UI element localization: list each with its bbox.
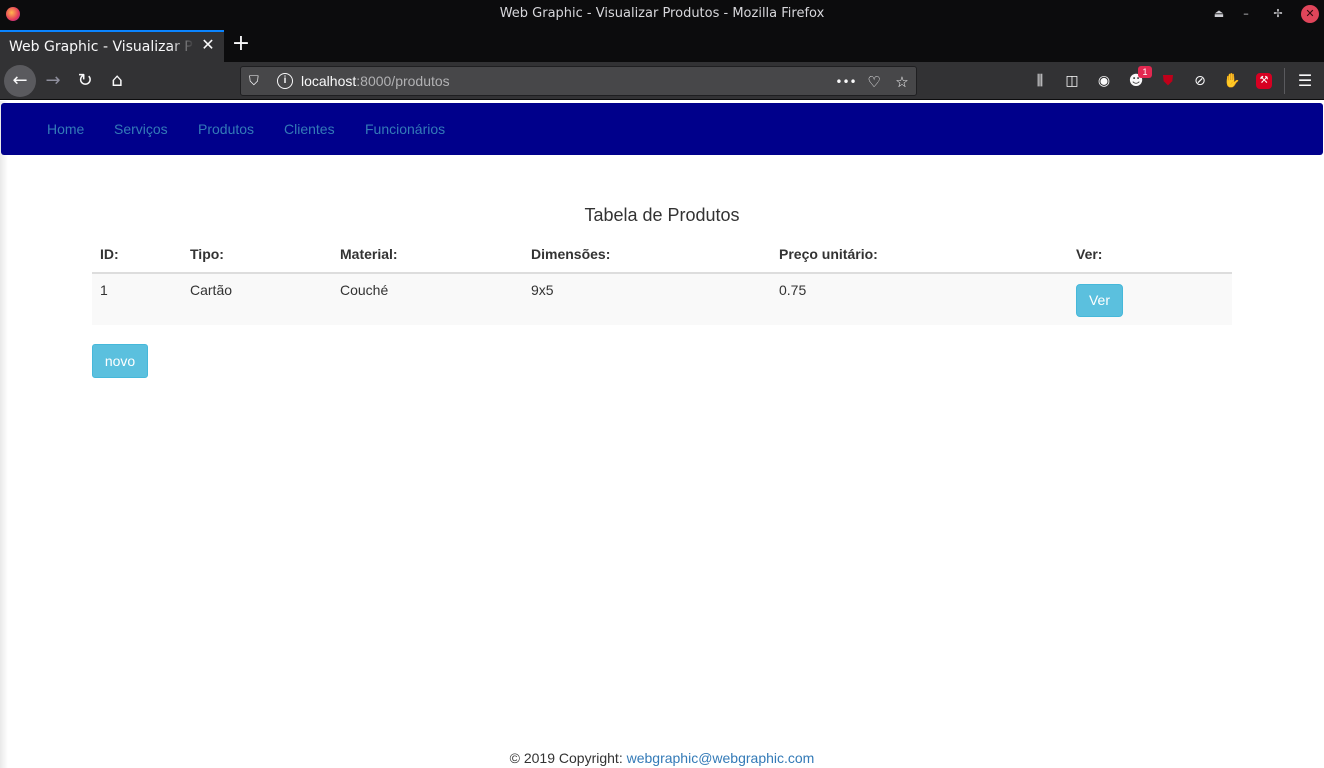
- window-maximize-icon[interactable]: ✢: [1269, 5, 1287, 23]
- account-icon[interactable]: ◉: [1093, 70, 1115, 92]
- tab-strip: Web Graphic - Visualizar Produtos ✕ +: [0, 28, 1324, 62]
- new-product-button[interactable]: novo: [92, 344, 148, 378]
- column-header-ver: Ver:: [1068, 235, 1232, 274]
- nav-link-servicos[interactable]: Serviços: [114, 121, 168, 137]
- library-icon[interactable]: ⫼: [1029, 70, 1051, 92]
- footer-email-link[interactable]: webgraphic@webgraphic.com: [627, 750, 815, 766]
- reload-icon[interactable]: ↻: [70, 66, 100, 96]
- browser-toolbar: ← → ↻ ⌂ ⛉ i localhost:8000/produtos ••• …: [0, 62, 1324, 100]
- tab-close-icon[interactable]: ✕: [200, 37, 216, 55]
- url-bar[interactable]: ⛉ i localhost:8000/produtos ••• ♡ ☆: [240, 66, 917, 96]
- cell-material: Couché: [332, 273, 523, 325]
- column-header-tipo: Tipo:: [182, 235, 332, 274]
- window-close-icon[interactable]: ✕: [1301, 5, 1319, 23]
- view-button[interactable]: Ver: [1076, 284, 1123, 317]
- page-content: Home Serviços Produtos Clientes Funcioná…: [0, 101, 1324, 768]
- star-icon[interactable]: ☆: [891, 71, 913, 93]
- hamburger-menu-icon[interactable]: ☰: [1294, 70, 1316, 92]
- table-header-row: ID: Tipo: Material: Dimensões: Preço uni…: [92, 235, 1232, 274]
- block-icon[interactable]: ⊘: [1189, 70, 1211, 92]
- notification-badge: 1: [1138, 66, 1152, 78]
- column-header-preco: Preço unitário:: [771, 235, 1068, 274]
- toolbar-separator: [1284, 68, 1285, 94]
- back-icon[interactable]: ←: [4, 65, 36, 97]
- column-header-material: Material:: [332, 235, 523, 274]
- window-titlebar: Web Graphic - Visualizar Produtos - Mozi…: [0, 0, 1324, 28]
- footer: © 2019 Copyright: webgraphic@webgraphic.…: [0, 750, 1324, 766]
- window-minimize-icon[interactable]: –: [1237, 5, 1255, 23]
- nav-link-produtos[interactable]: Produtos: [198, 121, 254, 137]
- cell-preco: 0.75: [771, 273, 1068, 325]
- pocket-icon[interactable]: ♡: [863, 71, 885, 93]
- column-header-id: ID:: [92, 235, 182, 274]
- products-table: ID: Tipo: Material: Dimensões: Preço uni…: [92, 235, 1232, 325]
- column-header-dimensoes: Dimensões:: [523, 235, 771, 274]
- shield-icon[interactable]: ⛉: [249, 73, 263, 89]
- table-caption: Tabela de Produtos: [584, 205, 740, 225]
- nav-link-funcionarios[interactable]: Funcionários: [365, 121, 445, 137]
- window-shade-icon[interactable]: ⏏: [1210, 5, 1228, 23]
- cell-dimensoes: 9x5: [523, 273, 771, 325]
- cell-id: 1: [92, 273, 182, 325]
- cell-tipo: Cartão: [182, 273, 332, 325]
- forward-icon[interactable]: →: [38, 66, 68, 96]
- home-icon[interactable]: ⌂: [102, 66, 132, 96]
- info-icon[interactable]: i: [277, 73, 293, 89]
- window-title: Web Graphic - Visualizar Produtos - Mozi…: [499, 6, 825, 21]
- nav-link-home[interactable]: Home: [47, 121, 84, 137]
- new-tab-icon[interactable]: +: [230, 32, 252, 56]
- tab-active[interactable]: Web Graphic - Visualizar Produtos ✕: [0, 30, 224, 62]
- extension-tool-icon[interactable]: ⚒: [1256, 73, 1272, 89]
- footer-copyright: © 2019 Copyright:: [509, 750, 627, 766]
- ublock-icon[interactable]: ⛊: [1157, 70, 1179, 92]
- nav-link-clientes[interactable]: Clientes: [284, 121, 335, 137]
- page-actions-icon[interactable]: •••: [835, 71, 857, 93]
- sidebar-icon[interactable]: ◫: [1061, 70, 1083, 92]
- table-row: 1 Cartão Couché 9x5 0.75 Ver: [92, 273, 1232, 325]
- cell-ver: Ver: [1068, 273, 1232, 325]
- tab-title: Web Graphic - Visualizar Produtos: [9, 39, 194, 55]
- hand-stop-icon[interactable]: ✋: [1221, 70, 1243, 92]
- site-navbar: Home Serviços Produtos Clientes Funcioná…: [1, 103, 1323, 155]
- url-text[interactable]: localhost:8000/produtos: [301, 73, 450, 89]
